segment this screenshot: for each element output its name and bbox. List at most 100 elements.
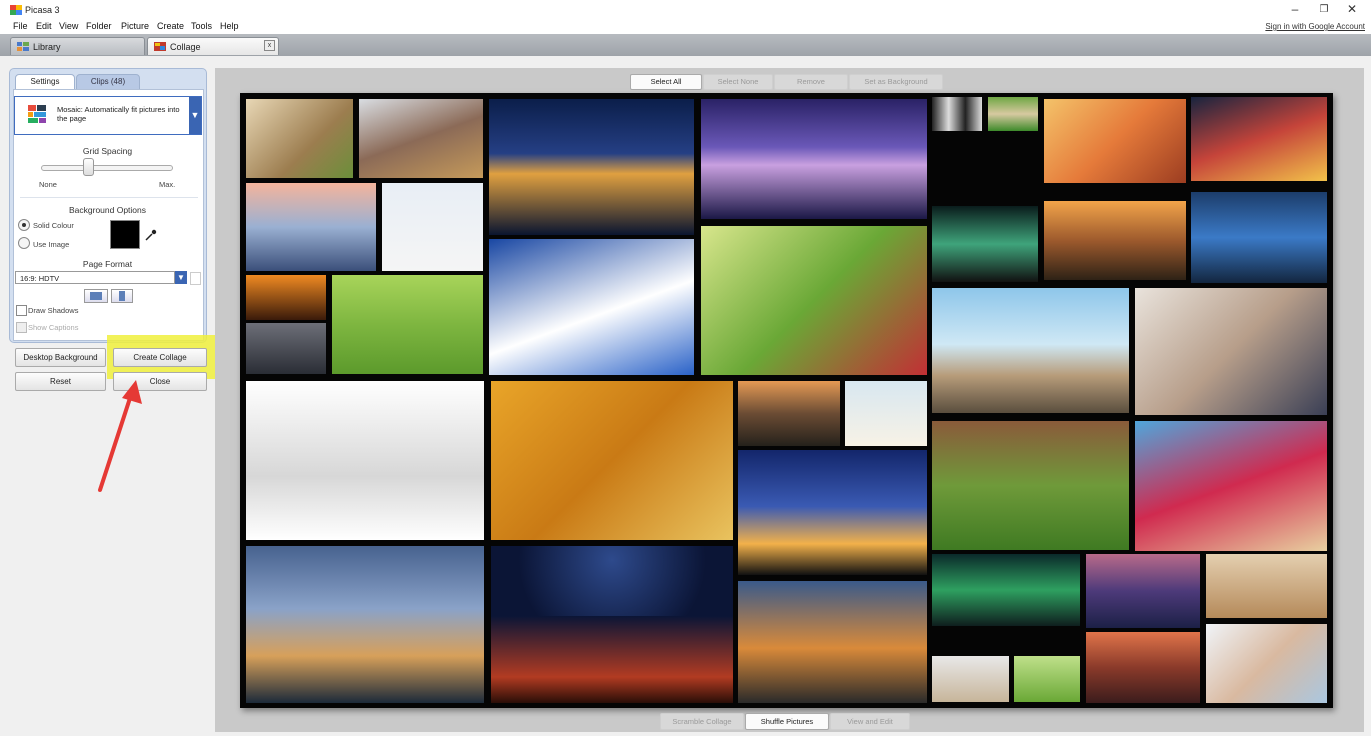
grid-spacing-max: Max. bbox=[159, 180, 176, 189]
collage-photo-louvre[interactable] bbox=[738, 450, 927, 575]
background-color-swatch[interactable] bbox=[110, 220, 140, 249]
tab-collage[interactable]: Collage x bbox=[147, 37, 279, 55]
collage-photo-eiffel[interactable] bbox=[738, 581, 927, 703]
select-none-button[interactable]: Select None bbox=[703, 74, 773, 90]
remove-button[interactable]: Remove bbox=[774, 74, 848, 90]
red-arrow-annotation bbox=[96, 378, 146, 495]
tab-library-label: Library bbox=[33, 42, 61, 52]
collage-photo-purple-sea[interactable] bbox=[1086, 554, 1200, 628]
collage-photo-couple-dock[interactable] bbox=[246, 183, 376, 271]
tab-library[interactable]: Library bbox=[10, 37, 145, 55]
menu-file[interactable]: File bbox=[13, 21, 28, 31]
collage-photo-kids-hug[interactable] bbox=[701, 226, 927, 375]
collage-photo-baby-hood[interactable] bbox=[1206, 624, 1327, 703]
sign-in-link[interactable]: Sign in with Google Account bbox=[1265, 22, 1365, 31]
collage-photo-horses[interactable] bbox=[1206, 554, 1327, 618]
background-options-label: Background Options bbox=[68, 205, 147, 215]
collage-photo-girl-sunhat[interactable] bbox=[246, 99, 353, 178]
collage-photo-santorini[interactable] bbox=[489, 239, 694, 375]
set-as-background-button[interactable]: Set as Background bbox=[849, 74, 943, 90]
collage-canvas[interactable] bbox=[240, 93, 1333, 708]
collage-icon bbox=[154, 42, 166, 51]
collage-photo-times-square[interactable] bbox=[1191, 97, 1327, 181]
title-bar bbox=[0, 0, 1371, 19]
collage-photo-red-mountain[interactable] bbox=[491, 616, 733, 703]
collage-photo-sunset-lake[interactable] bbox=[1086, 632, 1200, 703]
collage-photo-star-trails[interactable] bbox=[491, 546, 733, 616]
menu-tools[interactable]: Tools bbox=[191, 21, 212, 31]
tab-collage-label: Collage bbox=[170, 42, 201, 52]
scramble-collage-button[interactable]: Scramble Collage bbox=[660, 713, 744, 730]
show-captions-checkbox[interactable] bbox=[16, 322, 27, 333]
tab-clips[interactable]: Clips (48) bbox=[76, 74, 140, 90]
collage-photo-puppy-grass[interactable] bbox=[1014, 656, 1080, 702]
eyedropper-icon[interactable] bbox=[145, 229, 157, 244]
menu-edit[interactable]: Edit bbox=[36, 21, 52, 31]
menu-picture[interactable]: Picture bbox=[121, 21, 149, 31]
collage-photo-junk-boat[interactable] bbox=[1044, 201, 1186, 280]
page-format-select[interactable]: 16:9: HDTV bbox=[15, 271, 175, 284]
collage-photo-husky[interactable] bbox=[932, 97, 982, 131]
collage-photo-girl-grass[interactable] bbox=[932, 421, 1129, 550]
collage-photo-girl-leaves[interactable] bbox=[1044, 99, 1186, 183]
shuffle-pictures-button[interactable]: Shuffle Pictures bbox=[745, 713, 829, 730]
collage-photo-girl-yellow-leaf[interactable] bbox=[491, 381, 733, 540]
collage-photo-aurora-1[interactable] bbox=[932, 206, 1038, 282]
close-tab-icon[interactable]: x bbox=[264, 40, 275, 51]
picasa-logo-icon bbox=[10, 5, 22, 15]
page-format-settings-icon[interactable] bbox=[190, 272, 201, 285]
close-window-button[interactable]: ✕ bbox=[1341, 2, 1363, 17]
collage-photo-dog-hammock[interactable] bbox=[1135, 421, 1327, 551]
show-captions-label: Show Captions bbox=[28, 323, 79, 332]
collage-photo-baby-scarf[interactable] bbox=[1135, 288, 1327, 415]
grid-spacing-min: None bbox=[39, 180, 57, 189]
menu-folder[interactable]: Folder bbox=[86, 21, 112, 31]
collage-photo-tower-bridge[interactable] bbox=[246, 546, 484, 703]
collage-type-label: Mosaic: Automatically fit pictures into … bbox=[57, 105, 180, 123]
library-icon bbox=[17, 42, 29, 51]
collage-type-select[interactable]: Mosaic: Automatically fit pictures into … bbox=[14, 96, 202, 135]
reset-button[interactable]: Reset bbox=[15, 372, 106, 391]
collage-photo-kittens[interactable] bbox=[246, 381, 484, 540]
view-and-edit-button[interactable]: View and Edit bbox=[830, 713, 910, 730]
menu-view[interactable]: View bbox=[59, 21, 78, 31]
landscape-orientation-button[interactable] bbox=[84, 289, 108, 303]
collage-photo-aurora-2[interactable] bbox=[932, 554, 1080, 626]
chevron-down-icon[interactable]: ▼ bbox=[189, 97, 201, 134]
use-image-radio[interactable] bbox=[18, 237, 30, 249]
page-format-label: Page Format bbox=[82, 259, 133, 269]
collage-photo-city-night-2[interactable] bbox=[701, 99, 927, 219]
create-collage-button[interactable]: Create Collage bbox=[113, 348, 207, 367]
slider-handle[interactable] bbox=[82, 158, 94, 176]
draw-shadows-checkbox[interactable] bbox=[16, 305, 27, 316]
collage-photo-cat-white[interactable] bbox=[932, 656, 1009, 702]
app-title: Picasa 3 bbox=[25, 5, 60, 15]
divider bbox=[20, 197, 198, 198]
collage-photo-dogs-snow[interactable] bbox=[382, 183, 483, 271]
collage-photo-road-sunset[interactable] bbox=[738, 381, 840, 446]
minimize-button[interactable]: – bbox=[1284, 2, 1306, 17]
menu-create[interactable]: Create bbox=[157, 21, 184, 31]
collage-photo-children-dog-snow[interactable] bbox=[359, 99, 483, 178]
draw-shadows-label: Draw Shadows bbox=[28, 306, 79, 315]
collage-photo-boy-suitcase[interactable] bbox=[845, 381, 927, 446]
grid-spacing-slider[interactable] bbox=[41, 165, 173, 171]
collage-photo-city-night-1[interactable] bbox=[489, 99, 694, 235]
collage-photo-rain-boy[interactable] bbox=[1191, 192, 1327, 283]
collage-photo-storm-rocks[interactable] bbox=[246, 323, 326, 374]
restore-button[interactable]: ❐ bbox=[1313, 2, 1335, 17]
use-image-label: Use Image bbox=[33, 240, 70, 249]
solid-colour-radio[interactable] bbox=[18, 219, 30, 231]
menu-help[interactable]: Help bbox=[220, 21, 239, 31]
solid-colour-label: Solid Colour bbox=[33, 221, 74, 230]
portrait-orientation-button[interactable] bbox=[111, 289, 133, 303]
chevron-down-icon[interactable]: ▼ bbox=[175, 271, 187, 284]
desktop-background-button[interactable]: Desktop Background bbox=[15, 348, 106, 367]
collage-photo-child-field[interactable] bbox=[988, 97, 1038, 131]
mosaic-icon bbox=[28, 105, 46, 123]
collage-photo-silhouette-sunset[interactable] bbox=[246, 275, 326, 320]
collage-photo-pier-beach[interactable] bbox=[932, 288, 1129, 413]
collage-photo-boy-upside-down[interactable] bbox=[332, 275, 483, 374]
tab-settings[interactable]: Settings bbox=[15, 74, 75, 90]
select-all-button[interactable]: Select All bbox=[630, 74, 702, 90]
